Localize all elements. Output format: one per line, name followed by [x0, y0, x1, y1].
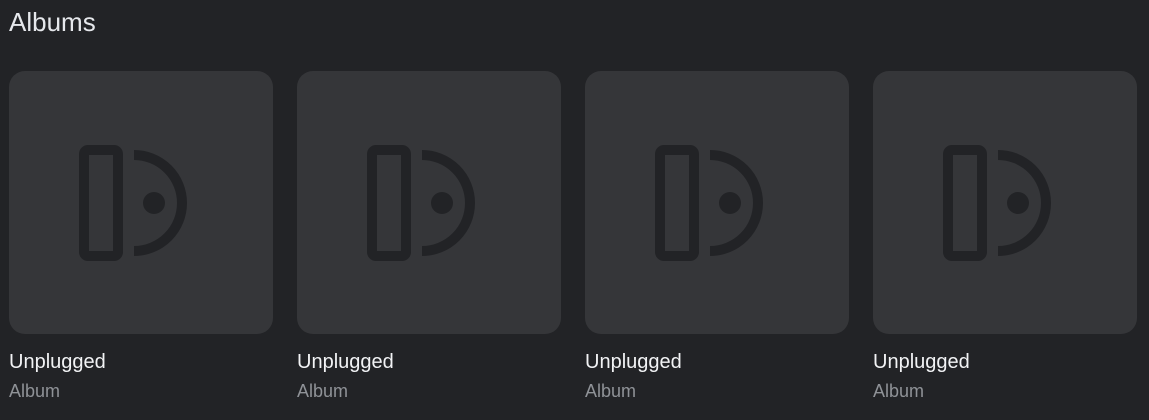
album-subtitle: Album	[9, 381, 61, 401]
album-subtitle: Album	[585, 381, 637, 401]
section-title: Albums	[9, 7, 96, 37]
album-card[interactable]: Unplugged Album	[585, 71, 849, 402]
album-placeholder-icon	[943, 144, 1051, 261]
album-title[interactable]: Unplugged	[873, 350, 1137, 374]
albums-section: Albums Unplugged Album Unplugged Album U…	[0, 0, 1149, 420]
album-grid: Unplugged Album Unplugged Album Unplugge…	[9, 71, 1137, 402]
album-card[interactable]: Unplugged Album	[9, 71, 273, 402]
album-subtitle: Album	[297, 381, 349, 401]
album-placeholder-icon	[79, 144, 187, 261]
album-card[interactable]: Unplugged Album	[873, 71, 1137, 402]
album-placeholder-icon	[655, 144, 763, 261]
album-cover[interactable]	[297, 71, 561, 334]
album-title[interactable]: Unplugged	[585, 350, 849, 374]
album-cover[interactable]	[873, 71, 1137, 334]
album-subtitle: Album	[873, 381, 925, 401]
album-placeholder-icon	[367, 144, 475, 261]
album-title[interactable]: Unplugged	[9, 350, 273, 374]
album-title[interactable]: Unplugged	[297, 350, 561, 374]
album-cover[interactable]	[9, 71, 273, 334]
album-cover[interactable]	[585, 71, 849, 334]
album-card[interactable]: Unplugged Album	[297, 71, 561, 402]
